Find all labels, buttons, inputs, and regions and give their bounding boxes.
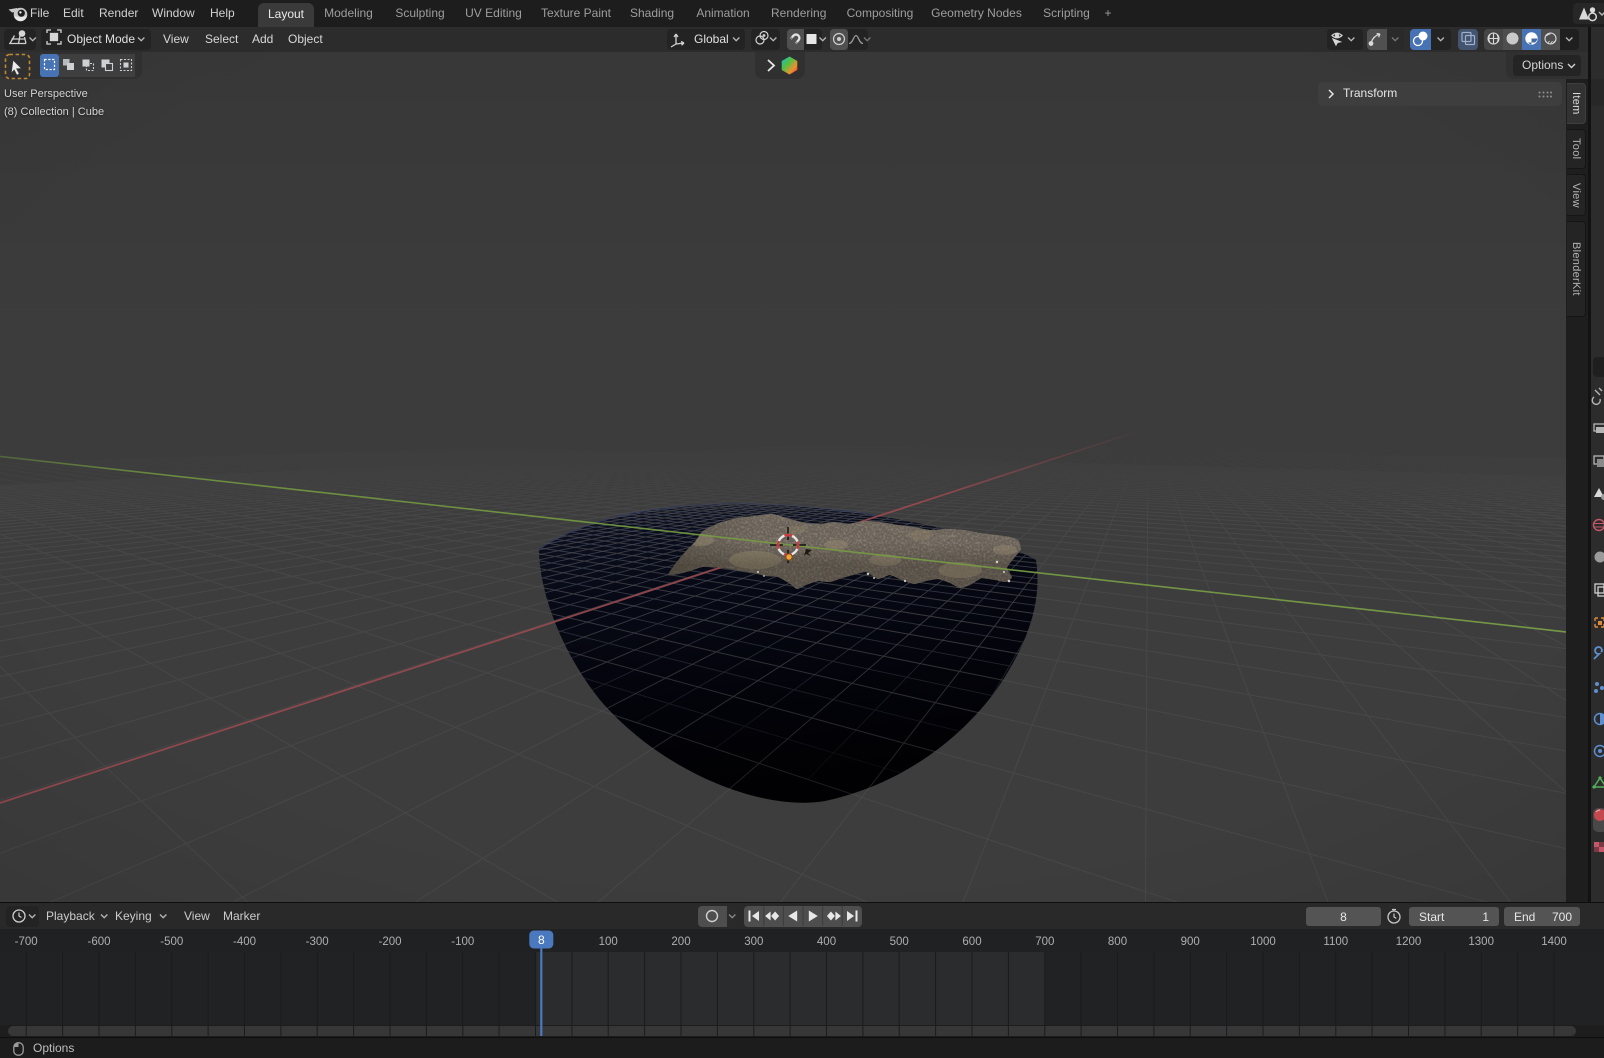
svg-text:-600: -600 (87, 936, 110, 948)
svg-text:200: 200 (671, 936, 690, 948)
svg-text:-100: -100 (451, 936, 474, 948)
svg-text:1000: 1000 (1250, 936, 1276, 948)
svg-text:1200: 1200 (1396, 936, 1422, 948)
svg-text:400: 400 (817, 936, 836, 948)
svg-text:300: 300 (744, 936, 763, 948)
svg-text:900: 900 (1181, 936, 1200, 948)
svg-text:8: 8 (538, 933, 545, 947)
svg-text:700: 700 (1035, 936, 1054, 948)
svg-text:100: 100 (599, 936, 618, 948)
svg-text:-200: -200 (378, 936, 401, 948)
svg-text:-300: -300 (306, 936, 329, 948)
svg-text:-400: -400 (233, 936, 256, 948)
svg-text:1300: 1300 (1468, 936, 1494, 948)
svg-text:1400: 1400 (1541, 936, 1567, 948)
svg-text:-500: -500 (160, 936, 183, 948)
svg-text:-700: -700 (15, 936, 38, 948)
svg-text:800: 800 (1108, 936, 1127, 948)
svg-text:600: 600 (962, 936, 981, 948)
svg-text:500: 500 (890, 936, 909, 948)
svg-text:1100: 1100 (1323, 936, 1348, 948)
